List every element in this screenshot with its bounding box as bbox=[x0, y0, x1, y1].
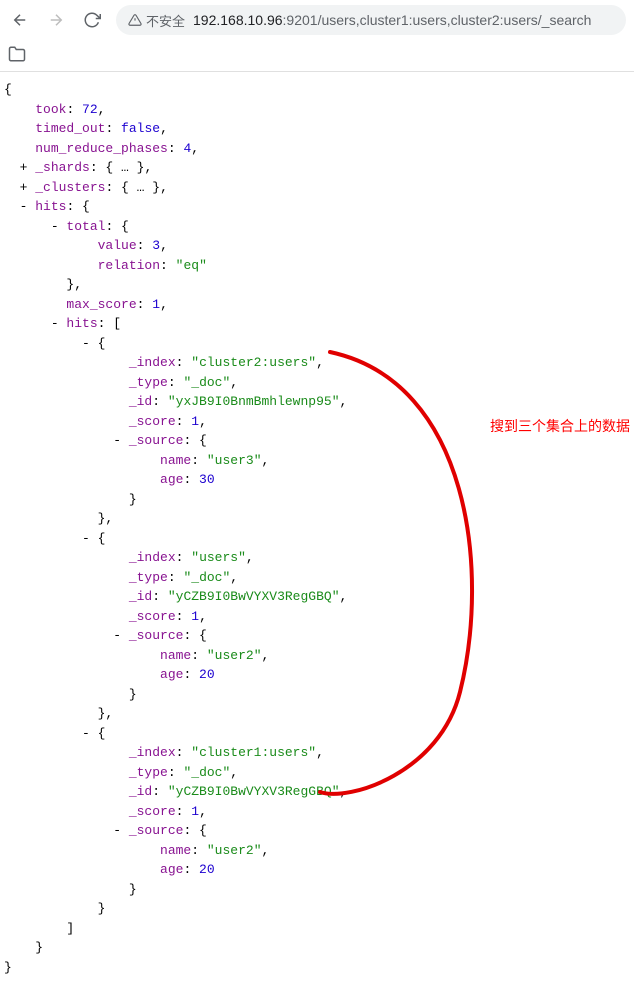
collapse-toggle[interactable]: - bbox=[82, 336, 98, 351]
warning-icon bbox=[128, 13, 142, 27]
url-text: 192.168.10.96:9201/users,cluster1:users,… bbox=[193, 12, 591, 28]
tab-strip bbox=[0, 40, 634, 72]
reload-button[interactable] bbox=[80, 8, 104, 32]
security-badge[interactable]: 不安全 bbox=[128, 11, 185, 30]
collapse-toggle[interactable]: - bbox=[51, 219, 67, 234]
collapse-toggle[interactable]: - bbox=[82, 726, 98, 741]
collapse-toggle[interactable]: - bbox=[20, 199, 36, 214]
browser-toolbar: 不安全 192.168.10.96:9201/users,cluster1:us… bbox=[0, 0, 634, 40]
json-viewer: { took: 72, timed_out: false, num_reduce… bbox=[0, 72, 634, 985]
collapse-toggle[interactable]: - bbox=[51, 316, 67, 331]
collapse-toggle[interactable]: - bbox=[82, 531, 98, 546]
forward-button[interactable] bbox=[44, 8, 68, 32]
back-button[interactable] bbox=[8, 8, 32, 32]
collapse-toggle[interactable]: - bbox=[113, 628, 129, 643]
annotation-text: 搜到三个集合上的数据 bbox=[490, 417, 630, 437]
collapse-toggle[interactable]: - bbox=[113, 823, 129, 838]
collapse-toggle[interactable]: - bbox=[113, 433, 129, 448]
expand-toggle[interactable]: + bbox=[20, 160, 36, 175]
expand-toggle[interactable]: + bbox=[20, 180, 36, 195]
folder-icon[interactable] bbox=[8, 45, 26, 66]
insecure-label: 不安全 bbox=[146, 11, 185, 30]
address-bar[interactable]: 不安全 192.168.10.96:9201/users,cluster1:us… bbox=[116, 5, 626, 35]
